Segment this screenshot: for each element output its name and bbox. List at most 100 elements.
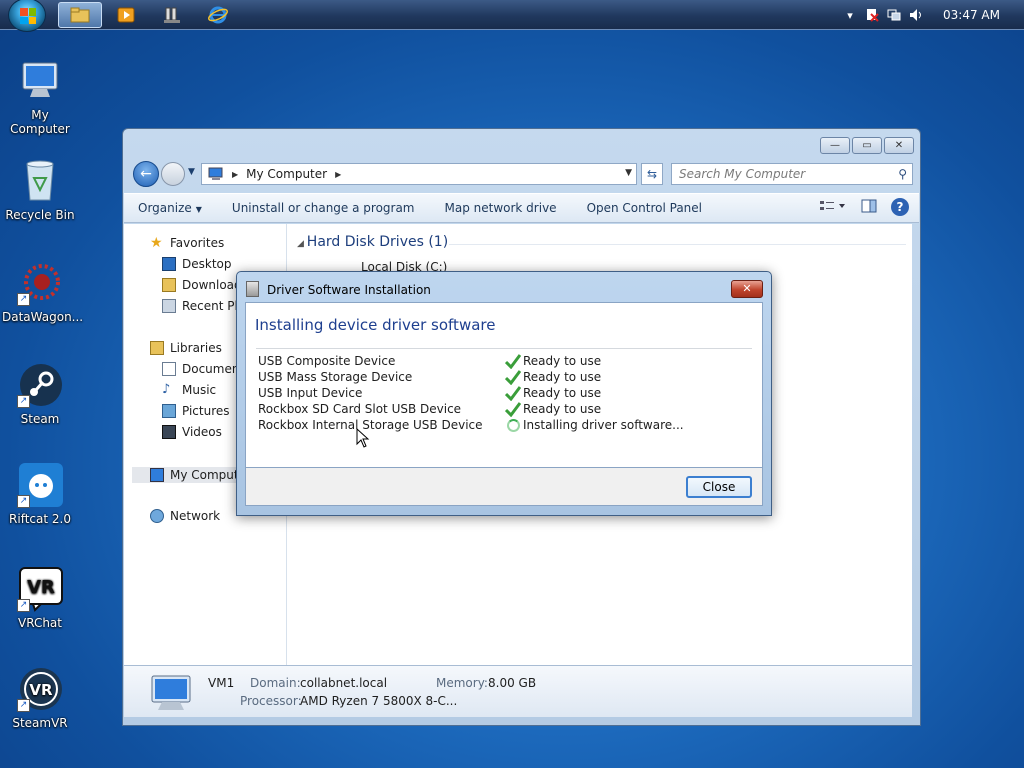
navigation-bar: ← ▼ ▶ My Computer ▶ ▼ ⇆ Search My Comput… bbox=[131, 161, 913, 187]
show-hidden-icons-icon[interactable]: ▾ bbox=[843, 8, 857, 22]
recent-pages-button[interactable]: ▼ bbox=[188, 167, 195, 177]
device-status: Ready to use bbox=[523, 386, 602, 400]
computer-name: VM1 bbox=[208, 676, 235, 690]
start-button[interactable] bbox=[8, 0, 46, 32]
desktop-icon-my-computer[interactable]: My Computer bbox=[2, 58, 78, 136]
media-player-icon bbox=[117, 7, 135, 23]
nav-desktop[interactable]: Desktop bbox=[162, 257, 232, 271]
device-row: USB Input Device Ready to use bbox=[258, 386, 758, 402]
refresh-button[interactable]: ⇆ bbox=[641, 163, 663, 185]
downloads-icon bbox=[162, 278, 176, 292]
device-status: Ready to use bbox=[523, 354, 602, 368]
svg-text:VR: VR bbox=[27, 577, 55, 598]
open-control-panel-button[interactable]: Open Control Panel bbox=[587, 201, 702, 215]
riftcat-icon: ↗ bbox=[17, 462, 63, 508]
processor-value: AMD Ryzen 7 5800X 8-C... bbox=[300, 694, 458, 708]
desktop-icon-steamvr[interactable]: VR ↗ SteamVR bbox=[2, 666, 78, 730]
computer-icon bbox=[17, 58, 63, 104]
nav-downloads[interactable]: Download bbox=[162, 278, 242, 292]
breadcrumb-my-computer[interactable]: My Computer bbox=[246, 167, 327, 181]
maximize-button[interactable]: ▭ bbox=[852, 137, 882, 154]
search-placeholder: Search My Computer bbox=[679, 167, 806, 181]
search-input[interactable]: Search My Computer ⚲ bbox=[671, 163, 913, 185]
device-status: Installing driver software... bbox=[523, 418, 684, 432]
group-divider bbox=[449, 244, 906, 245]
dialog-divider bbox=[256, 348, 752, 349]
close-button[interactable]: Close bbox=[686, 476, 752, 498]
shortcut-arrow-icon: ↗ bbox=[17, 293, 30, 306]
nav-recent-places[interactable]: Recent Pla bbox=[162, 299, 245, 313]
taskbar-device-button[interactable] bbox=[150, 2, 194, 28]
address-dropdown-icon[interactable]: ▼ bbox=[625, 168, 632, 178]
device-row: USB Mass Storage Device Ready to use bbox=[258, 370, 758, 386]
nav-favorites[interactable]: ★ Favorites bbox=[150, 236, 224, 250]
back-button[interactable]: ← bbox=[133, 161, 159, 187]
desktop-icon-label: SteamVR bbox=[12, 716, 68, 730]
taskbar-media-player-button[interactable] bbox=[104, 2, 148, 28]
view-controls: ? bbox=[819, 198, 909, 216]
volume-icon[interactable] bbox=[909, 8, 923, 22]
memory-label: Memory: bbox=[436, 676, 488, 690]
details-pane: VM1 Domain: collabnet.local Memory: 8.00… bbox=[124, 665, 912, 717]
device-status: Ready to use bbox=[523, 402, 602, 416]
network-icon[interactable] bbox=[887, 8, 901, 22]
nav-pictures[interactable]: Pictures bbox=[162, 404, 230, 418]
change-view-button[interactable] bbox=[819, 199, 847, 216]
nav-libraries[interactable]: Libraries bbox=[150, 341, 222, 355]
help-icon[interactable]: ? bbox=[891, 198, 909, 216]
recent-places-icon bbox=[162, 299, 176, 313]
shortcut-arrow-icon: ↗ bbox=[17, 495, 30, 508]
nav-videos[interactable]: Videos bbox=[162, 425, 222, 439]
libraries-icon bbox=[150, 341, 164, 355]
usb-device-icon bbox=[246, 281, 259, 297]
device-row: Rockbox SD Card Slot USB Device Ready to… bbox=[258, 402, 758, 418]
desktop-icon-riftcat[interactable]: ↗ Riftcat 2.0 bbox=[2, 462, 78, 526]
device-name: USB Composite Device bbox=[258, 354, 396, 368]
command-bar: Organize ▼ Uninstall or change a program … bbox=[124, 193, 919, 223]
breadcrumb-chevron-icon[interactable]: ▶ bbox=[335, 170, 341, 179]
documents-icon bbox=[162, 362, 176, 376]
device-row: Rockbox Internal Storage USB Device Inst… bbox=[258, 418, 758, 434]
map-network-drive-button[interactable]: Map network drive bbox=[445, 201, 557, 215]
dialog-close-x-button[interactable]: ✕ bbox=[731, 280, 763, 298]
forward-button[interactable] bbox=[161, 162, 185, 186]
close-window-button[interactable]: ✕ bbox=[884, 137, 914, 154]
minimize-button[interactable]: — bbox=[820, 137, 850, 154]
group-header-hard-disks[interactable]: ◢ Hard Disk Drives (1) bbox=[297, 234, 448, 250]
nav-network[interactable]: Network bbox=[150, 509, 220, 523]
organize-button[interactable]: Organize ▼ bbox=[138, 201, 202, 215]
device-name: USB Mass Storage Device bbox=[258, 370, 413, 384]
action-center-icon[interactable] bbox=[865, 8, 879, 22]
taskbar-explorer-button[interactable] bbox=[58, 2, 102, 28]
desktop-icon-vrchat[interactable]: VR ↗ VRChat bbox=[2, 566, 78, 630]
breadcrumb-chevron-icon[interactable]: ▶ bbox=[232, 170, 238, 179]
view-options-icon bbox=[820, 200, 845, 210]
chevron-down-icon: ▼ bbox=[195, 205, 202, 214]
taskbar-ie-button[interactable] bbox=[196, 2, 240, 28]
mouse-cursor-icon bbox=[356, 428, 370, 448]
computer-icon bbox=[151, 675, 191, 710]
desktop-icon-recycle-bin[interactable]: Recycle Bin bbox=[2, 158, 78, 222]
recycle-bin-icon bbox=[17, 158, 63, 204]
preview-pane-button[interactable] bbox=[861, 199, 877, 216]
pictures-icon bbox=[162, 404, 176, 418]
computer-icon bbox=[150, 468, 164, 482]
device-name: USB Input Device bbox=[258, 386, 363, 400]
device-row: USB Composite Device Ready to use bbox=[258, 354, 758, 370]
desktop-icon-label: Steam bbox=[20, 412, 60, 426]
uninstall-program-button[interactable]: Uninstall or change a program bbox=[232, 201, 415, 215]
desktop-icon-datawagon[interactable]: ↗ DataWagon... bbox=[2, 260, 83, 324]
nav-documents[interactable]: Document bbox=[162, 362, 244, 376]
desktop-icon-label: DataWagon... bbox=[2, 310, 84, 324]
desktop-icon-steam[interactable]: ↗ Steam bbox=[2, 362, 78, 426]
search-icon[interactable]: ⚲ bbox=[898, 167, 907, 181]
music-icon: ♪ bbox=[162, 382, 171, 397]
checkmark-icon bbox=[505, 354, 521, 369]
clock[interactable]: 03:47 AM bbox=[943, 8, 1000, 22]
address-bar[interactable]: ▶ My Computer ▶ ▼ bbox=[201, 163, 637, 185]
processor-label: Processor: bbox=[240, 694, 302, 708]
system-tray: ▾ 03:47 AM bbox=[839, 0, 1024, 30]
nav-music[interactable]: ♪ Music bbox=[162, 382, 216, 398]
steam-icon: ↗ bbox=[17, 362, 63, 408]
device-status: Ready to use bbox=[523, 370, 602, 384]
